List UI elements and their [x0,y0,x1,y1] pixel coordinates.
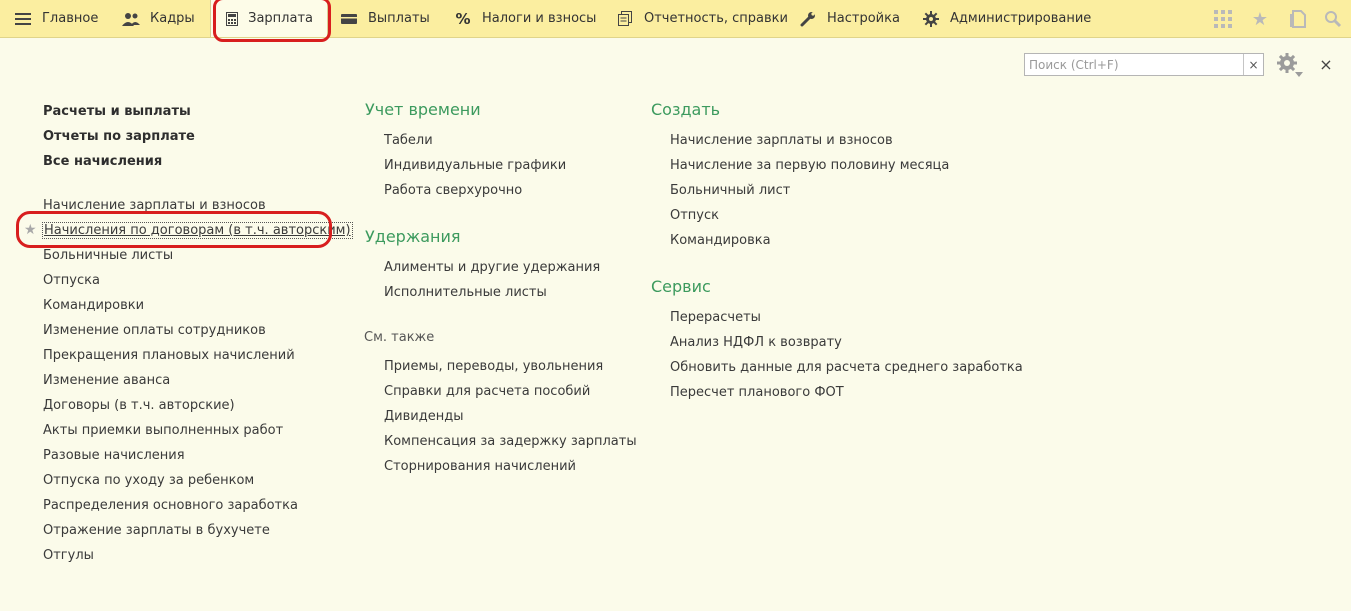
section-title-create: Создать [651,100,721,119]
link-all-accruals[interactable]: Все начисления [43,154,162,170]
link-benefit-certificates[interactable]: Справки для расчета пособий [384,384,590,400]
section-title-see-also: См. также [364,330,435,345]
favorite-star-icon[interactable]: ★ [24,222,37,238]
search-clear-button[interactable]: × [1243,54,1263,75]
link-timesheets[interactable]: Табели [384,133,433,149]
link-create-0[interactable]: Начисление зарплаты и взносов [670,133,893,149]
nav-payments[interactable]: Выплаты [340,0,430,37]
link-service-2[interactable]: Обновить данные для расчета среднего зар… [670,360,1023,376]
nav-staff[interactable]: Кадры [122,0,195,37]
link-hirings[interactable]: Приемы, переводы, увольнения [384,359,603,375]
link-dividends[interactable]: Дивиденды [384,409,463,425]
settings-gear-button[interactable] [1276,52,1304,78]
nav-reports[interactable]: Отчетность, справки [616,0,788,37]
link-reversals[interactable]: Сторнирования начислений [384,459,576,475]
nav-settings[interactable]: Настройка [799,0,900,37]
nav-staff-label: Кадры [150,11,195,26]
link-delay-compensation[interactable]: Компенсация за задержку зарплаты [384,434,637,450]
people-icon [122,10,140,28]
nav-salary-label: Зарплата [248,11,313,26]
link-create-3[interactable]: Отпуск [670,208,719,224]
documents-icon [616,10,634,28]
top-nav-bar: Главное Кадры Зарплата Выплаты % Налоги … [0,0,1351,38]
link-left-13[interactable]: Отражение зарплаты в бухучете [43,523,270,539]
link-left-12[interactable]: Распределения основного заработка [43,498,298,514]
link-writs[interactable]: Исполнительные листы [384,285,547,301]
close-icon: × [1248,57,1259,72]
grid-icon[interactable] [1212,8,1234,30]
hamburger-icon [14,10,32,28]
wallet-icon [340,10,358,28]
link-create-4[interactable]: Командировка [670,233,771,249]
link-left-10[interactable]: Разовые начисления [43,448,185,464]
close-button[interactable]: × [1316,54,1336,74]
history-icon[interactable] [1287,8,1309,30]
nav-taxes[interactable]: % Налоги и взносы [454,0,596,37]
link-left-11[interactable]: Отпуска по уходу за ребенком [43,473,254,489]
nav-settings-label: Настройка [827,11,900,26]
link-overtime[interactable]: Работа сверхурочно [384,183,522,199]
wrench-icon [799,10,817,28]
link-individual-schedules[interactable]: Индивидуальные графики [384,158,566,174]
link-left-1-label: Начисления по договорам (в т.ч. авторски… [42,222,353,239]
search-field[interactable]: × [1024,53,1264,76]
link-left-14[interactable]: Отгулы [43,548,94,564]
nav-reports-label: Отчетность, справки [644,11,788,26]
section-title-deductions: Удержания [365,227,461,246]
link-alimony[interactable]: Алименты и другие удержания [384,260,600,276]
close-icon: × [1319,54,1333,74]
link-calc-payments[interactable]: Расчеты и выплаты [43,104,191,120]
gear-icon [922,10,940,28]
link-service-3[interactable]: Пересчет планового ФОТ [670,385,844,401]
link-left-6[interactable]: Прекращения плановых начислений [43,348,295,364]
calculator-icon [225,10,238,28]
link-left-4[interactable]: Командировки [43,298,144,314]
link-left-9[interactable]: Акты приемки выполненных работ [43,423,283,439]
link-create-2[interactable]: Больничный лист [670,183,790,199]
link-left-1[interactable]: Начисления по договорам (в т.ч. авторски… [42,222,353,239]
nav-salary[interactable]: Зарплата [210,0,328,37]
link-service-0[interactable]: Перерасчеты [670,310,761,326]
nav-admin[interactable]: Администрирование [922,0,1091,37]
link-left-7[interactable]: Изменение аванса [43,373,170,389]
favorites-star-icon[interactable]: ★ [1249,8,1271,30]
link-left-8[interactable]: Договоры (в т.ч. авторские) [43,398,235,414]
section-title-service: Сервис [651,277,711,296]
percent-icon: % [455,9,471,28]
section-title-time: Учет времени [365,100,481,119]
gear-icon [1277,53,1303,77]
nav-admin-label: Администрирование [950,11,1092,26]
search-icon[interactable] [1322,8,1344,30]
link-salary-reports[interactable]: Отчеты по зарплате [43,129,195,145]
link-left-0[interactable]: Начисление зарплаты и взносов [43,198,266,214]
nav-payments-label: Выплаты [368,11,430,26]
nav-main-label: Главное [42,11,99,26]
link-left-2[interactable]: Больничные листы [43,248,173,264]
nav-main[interactable]: Главное [14,0,98,37]
search-input[interactable] [1025,54,1243,75]
nav-taxes-label: Налоги и взносы [482,11,597,26]
link-service-1[interactable]: Анализ НДФЛ к возврату [670,335,842,351]
link-create-1[interactable]: Начисление за первую половину месяца [670,158,949,174]
link-left-5[interactable]: Изменение оплаты сотрудников [43,323,266,339]
link-left-3[interactable]: Отпуска [43,273,100,289]
